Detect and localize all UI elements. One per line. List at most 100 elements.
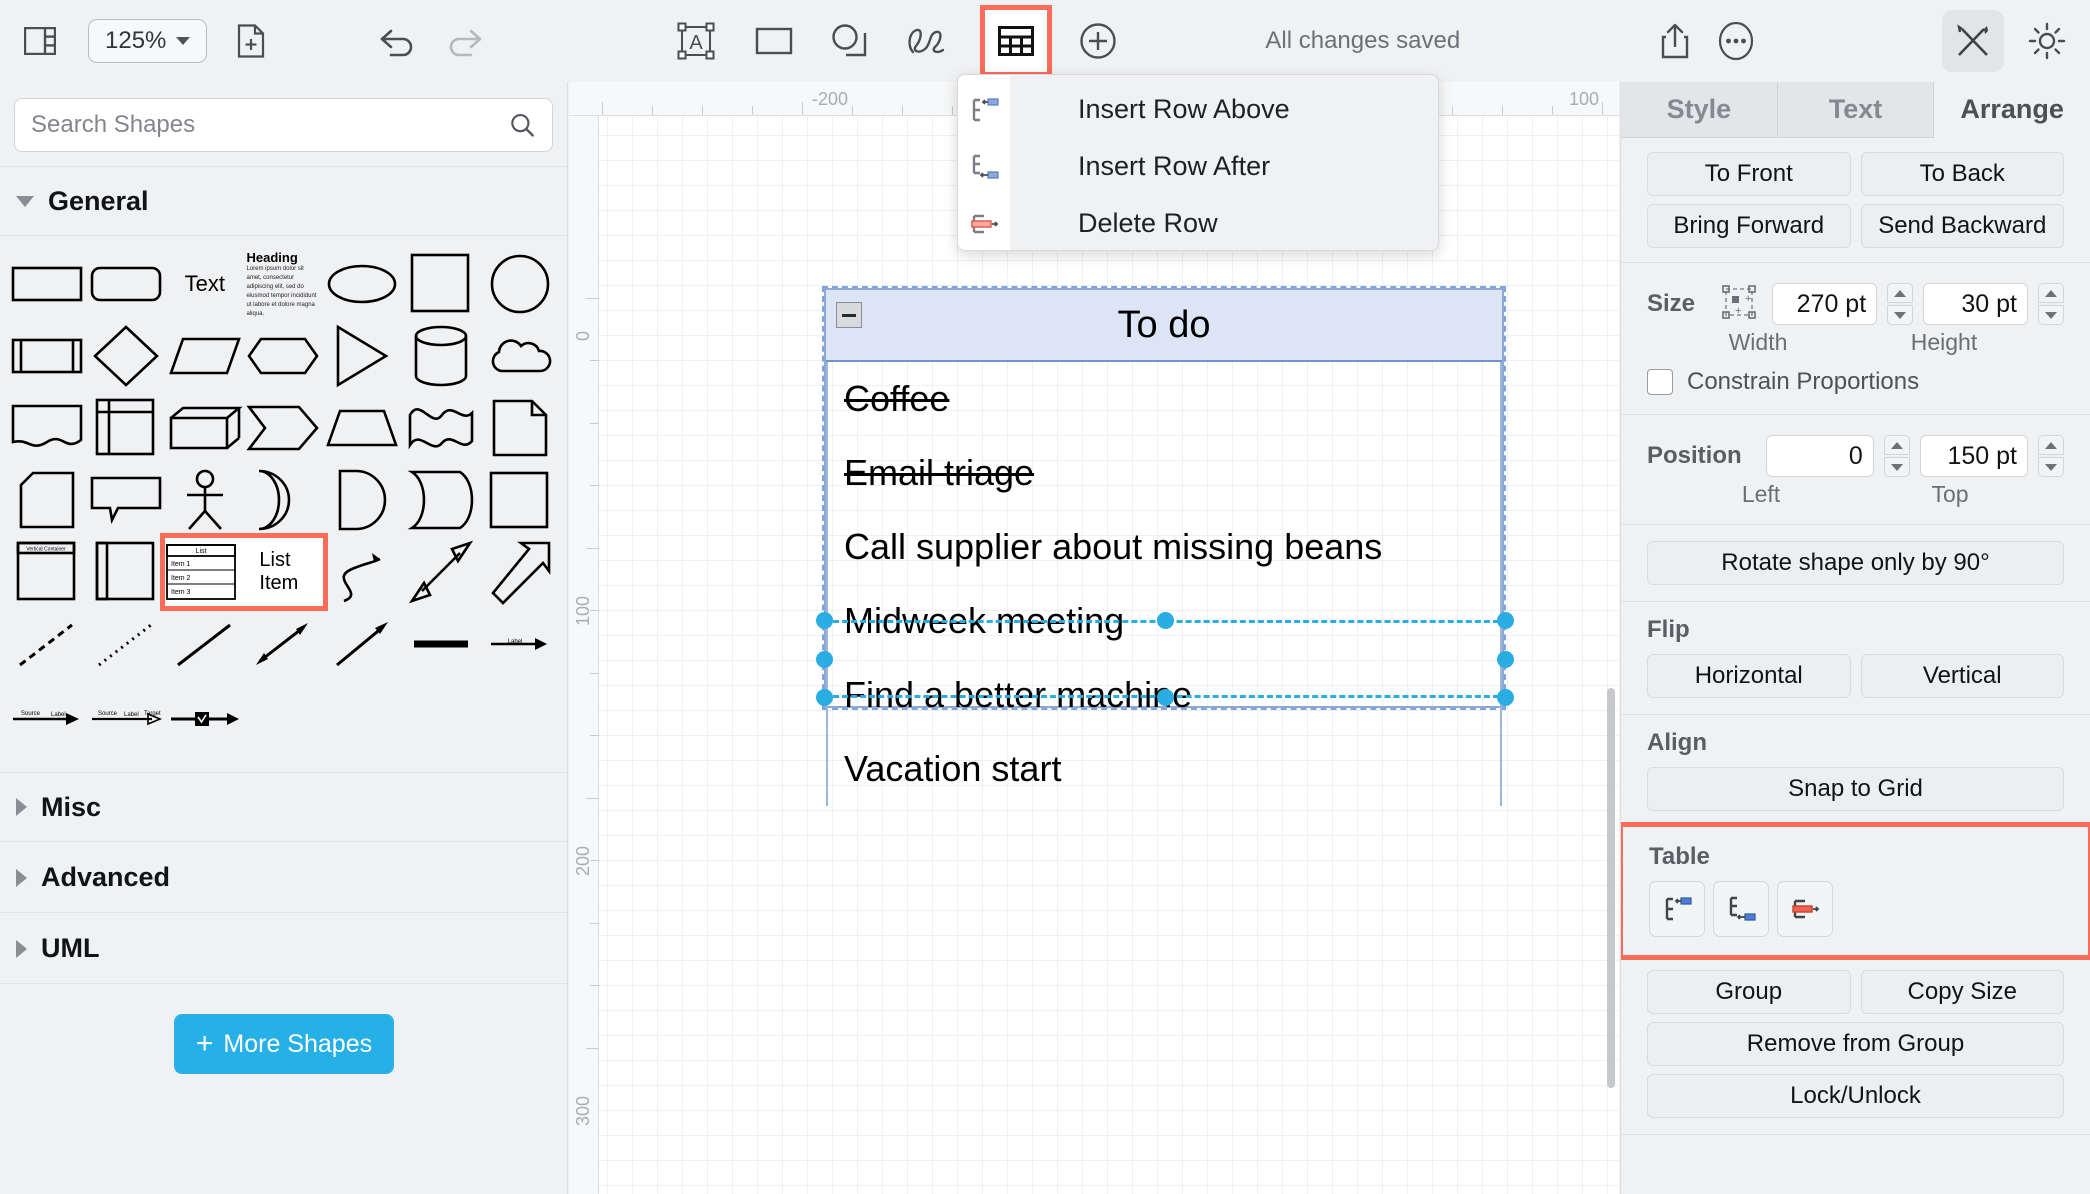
more-options-icon[interactable] (1718, 21, 1754, 61)
table-row-context-menu[interactable]: Insert Row Above Insert Row After Delete… (957, 74, 1439, 251)
section-header-general[interactable]: General (0, 166, 567, 236)
canvas-scrollbar[interactable] (1607, 688, 1615, 1088)
shape-or[interactable] (402, 466, 481, 534)
table-row-selected[interactable]: Find a better machine (826, 658, 1502, 732)
shape-step[interactable] (244, 394, 323, 462)
table-row[interactable]: Email triage (826, 436, 1502, 510)
shape-dashed-line[interactable] (8, 610, 87, 678)
share-icon[interactable] (1660, 23, 1690, 59)
table-row[interactable]: Vacation start (826, 732, 1502, 806)
shape-list-item-group[interactable]: List Item 1 Item 2 Item 3 List Item (160, 533, 328, 611)
collapse-minus-icon[interactable] (836, 302, 862, 328)
top-field[interactable]: 150 pt (1919, 435, 2028, 477)
shape-bidirectional-line[interactable] (244, 610, 323, 678)
shape-bidirectional-arrow[interactable] (402, 538, 481, 606)
search-input[interactable] (31, 111, 510, 139)
panel-insert-row-above-button[interactable] (1649, 881, 1705, 937)
autosize-icon[interactable]: + + (1722, 284, 1757, 324)
table-row[interactable]: Midweek meeting (826, 584, 1502, 658)
shape-cube[interactable] (165, 394, 244, 462)
shape-card[interactable] (8, 466, 87, 534)
snap-to-grid-button[interactable]: Snap to Grid (1647, 767, 2064, 811)
height-field[interactable]: 30 pt (1923, 283, 2028, 325)
shape-circle[interactable] (480, 250, 559, 318)
top-stepper[interactable] (2037, 435, 2064, 477)
rectangle-icon[interactable] (755, 26, 793, 56)
shape-rounded-rectangle[interactable] (87, 250, 166, 318)
constrain-proportions-checkbox[interactable] (1647, 369, 1673, 395)
panel-insert-row-after-button[interactable] (1713, 881, 1769, 937)
group-button[interactable]: Group (1647, 970, 1851, 1014)
freehand-icon[interactable] (905, 24, 951, 58)
menu-item-insert-row-above[interactable]: Insert Row Above (958, 81, 1438, 138)
shape-source-target-arrow[interactable]: Source Label (8, 682, 87, 750)
shape-source-target-label-arrow[interactable]: Source Label Target (87, 682, 166, 750)
flip-vertical-button[interactable]: Vertical (1860, 654, 2064, 698)
left-field[interactable]: 0 (1765, 435, 1874, 477)
shape-cloud[interactable] (480, 322, 559, 390)
shape-dotted-line[interactable] (87, 610, 166, 678)
rotate-shape-button[interactable]: Rotate shape only by 90° (1647, 541, 2064, 585)
left-stepper[interactable] (1883, 435, 1910, 477)
shape-bold-line[interactable] (402, 610, 481, 678)
shape-square[interactable] (402, 250, 481, 318)
panel-delete-row-button[interactable] (1777, 881, 1833, 937)
send-backward-button[interactable]: Send Backward (1860, 204, 2064, 248)
shape-half-circle[interactable] (323, 466, 402, 534)
shape-internal-storage[interactable] (87, 394, 166, 462)
shape-cylinder[interactable] (402, 322, 481, 390)
shape-note[interactable] (480, 394, 559, 462)
shape-ellipse[interactable] (323, 250, 402, 318)
constrain-proportions-row[interactable]: Constrain Proportions (1647, 368, 2064, 396)
format-panel-icon[interactable] (1942, 10, 2005, 72)
sidebar-toggle-icon[interactable] (24, 27, 56, 55)
menu-item-delete-row[interactable]: Delete Row (958, 195, 1438, 250)
shape-labeled-arrow[interactable]: Label (480, 610, 559, 678)
shape-vertical-container[interactable] (87, 538, 166, 606)
text-box-icon[interactable]: A (677, 22, 715, 60)
todo-table-shape[interactable]: To do Coffee Email triage Call supplier … (816, 286, 1514, 806)
shape-document[interactable] (8, 394, 87, 462)
tab-text[interactable]: Text (1777, 82, 1935, 138)
shape-triangle[interactable] (323, 322, 402, 390)
remove-from-group-button[interactable]: Remove from Group (1647, 1022, 2064, 1066)
section-header-misc[interactable]: Misc (0, 772, 567, 842)
tab-arrange[interactable]: Arrange (1934, 82, 2090, 138)
shape-parallelogram[interactable] (165, 322, 244, 390)
shape-block-arrow[interactable] (480, 538, 559, 606)
todo-table-header[interactable]: To do (826, 290, 1502, 362)
shape-container[interactable]: Vertical Container (8, 538, 87, 606)
shapes-icon[interactable] (831, 23, 869, 59)
to-front-button[interactable]: To Front (1647, 152, 1851, 196)
tab-style[interactable]: Style (1621, 82, 1778, 138)
shape-tape[interactable] (402, 394, 481, 462)
to-back-button[interactable]: To Back (1860, 152, 2064, 196)
undo-icon[interactable] (377, 25, 417, 57)
shape-list[interactable]: List Item 1 Item 2 Item 3 (165, 543, 237, 601)
width-field[interactable]: 270 pt (1772, 283, 1878, 325)
height-stepper[interactable] (2037, 283, 2064, 325)
bring-forward-button[interactable]: Bring Forward (1647, 204, 1851, 248)
shape-textbox[interactable]: Heading Lorem ipsum dolor sit amet, cons… (244, 250, 323, 318)
shape-trapezoid[interactable] (323, 394, 402, 462)
flip-horizontal-button[interactable]: Horizontal (1647, 654, 1851, 698)
shape-single-arrow-line[interactable] (323, 610, 402, 678)
appearance-icon[interactable] (2028, 22, 2066, 60)
shape-delay[interactable] (244, 466, 323, 534)
redo-icon[interactable] (445, 25, 485, 57)
shape-hexagon[interactable] (244, 322, 323, 390)
lock-unlock-button[interactable]: Lock/Unlock (1647, 1074, 2064, 1118)
section-header-advanced[interactable]: Advanced (0, 843, 567, 913)
shape-diamond[interactable] (87, 322, 166, 390)
shape-actor[interactable] (165, 466, 244, 534)
table-row[interactable]: Call supplier about missing beans (826, 510, 1502, 584)
shape-curve-arrow[interactable] (323, 538, 402, 606)
menu-item-insert-row-after[interactable]: Insert Row After (958, 138, 1438, 195)
new-page-icon[interactable] (237, 24, 265, 58)
plus-circle-icon[interactable] (1079, 22, 1117, 60)
shape-double-rectangle[interactable] (480, 466, 559, 534)
zoom-select[interactable]: 125% (88, 19, 208, 63)
section-header-uml[interactable]: UML (0, 914, 567, 984)
search-box[interactable] (14, 98, 553, 152)
copy-size-button[interactable]: Copy Size (1860, 970, 2064, 1014)
